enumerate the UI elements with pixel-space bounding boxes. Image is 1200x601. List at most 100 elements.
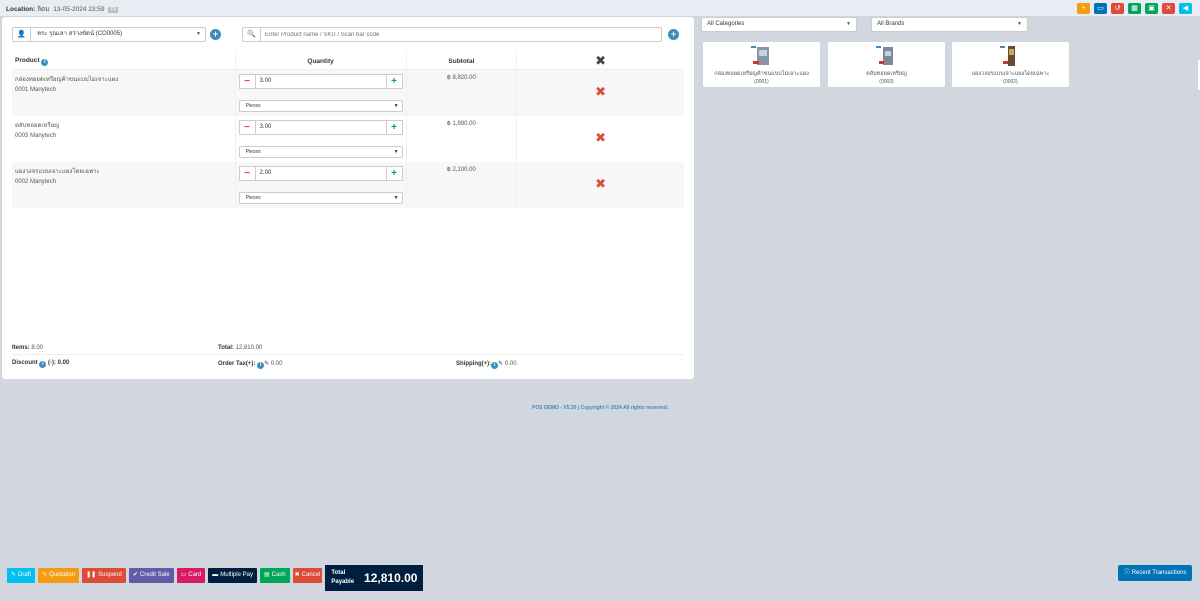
chevron-down-icon: ▼ — [393, 149, 399, 155]
info-icon[interactable]: i — [41, 58, 49, 66]
edit-icon: ✎ — [11, 572, 17, 578]
discount-value: (-): 0.00 — [48, 360, 70, 366]
product-name: แผงวงจรแบบเจาะแผงโดยเฉพาะ — [15, 169, 100, 175]
undo-icon[interactable]: ↺ — [1111, 3, 1124, 14]
product-card-sku: (0003) — [879, 79, 894, 85]
keyboard-shortcut-badge: F9 — [108, 7, 119, 13]
cancel-button[interactable]: ✖ Cancel — [292, 568, 323, 583]
credit-card-icon: ▬ — [212, 572, 219, 578]
row-subtotal: ฿ 2,100.00 — [405, 162, 517, 208]
chevron-down-icon: ▼ — [393, 195, 399, 201]
cart-panel: 👤 หระ รุณเลา สว่างขัดน์ (CO0005) ▼ + 🔍 +… — [2, 17, 694, 379]
info-icon[interactable]: i — [491, 362, 499, 369]
table-row: ตลับทอยดเหรียญ 0003 Manytech − 3.00 + Pie… — [12, 116, 684, 162]
copyright: POS DEMO - V5.30 | Copyright © 2024 All … — [532, 405, 669, 411]
chevron-down-icon: ▼ — [846, 21, 851, 27]
remove-row-icon[interactable]: ✖ — [595, 84, 606, 100]
product-card-name: แผงวงจรแบบเจาะแผงโดยเฉพาะ — [971, 71, 1050, 77]
quantity-stepper: − 3.00 + — [238, 120, 403, 135]
remove-row-icon[interactable]: ✖ — [595, 176, 606, 192]
items-value: 8.00 — [31, 345, 44, 351]
card-button[interactable]: ▭ Card — [176, 568, 206, 583]
row-subtotal: ฿ 1,890.00 — [405, 116, 517, 162]
discount-label: Discount — [12, 360, 38, 366]
shipping-value: 0.00 — [504, 361, 517, 367]
search-icon: 🔍 — [243, 28, 261, 41]
info-icon[interactable]: i — [257, 362, 265, 369]
product-card[interactable]: แผงวงจรแบบเจาะแผงโดยเฉพาะ (0002) — [952, 42, 1069, 87]
plus-icon[interactable]: + — [385, 75, 402, 88]
location-info: Location: ลิตม 13-05-2024 23:59 F9 — [6, 4, 119, 14]
location-label: Location: — [6, 6, 36, 13]
money-icon: ▤ — [263, 572, 270, 578]
product-sku: 0003 Manytech — [15, 133, 57, 139]
close-window-icon[interactable]: ✕ — [1162, 3, 1175, 14]
add-product-button[interactable]: + — [668, 29, 679, 40]
plus-icon[interactable]: + — [385, 167, 402, 180]
order-tax-value: 0.00 — [270, 361, 283, 367]
location-value[interactable]: ลิตม — [37, 6, 50, 13]
product-card[interactable]: กล่องทอยดเหรียญค้าขนแบบไม่เจาะแผง (0001) — [703, 42, 820, 87]
calendar-icon[interactable]: ▭ — [1094, 3, 1107, 14]
backward-icon[interactable]: ◀ — [1179, 3, 1192, 14]
info-icon[interactable]: i — [39, 361, 47, 368]
clear-all-header: ✖ — [516, 53, 684, 70]
cash-button[interactable]: ▤ Cash — [259, 568, 290, 583]
chevron-down-icon: ▼ — [196, 31, 201, 37]
quantity-input[interactable]: 2.00 — [256, 167, 386, 180]
product-card[interactable]: ตลับทอยดเหรียญ (0003) — [828, 42, 945, 87]
top-bar: Location: ลิตม 13-05-2024 23:59 F9 + ▭ ↺… — [0, 0, 1200, 16]
total-payable: Total Payable 12,810.00 — [325, 565, 424, 591]
unit-select[interactable]: Pieces ▼ — [238, 100, 403, 112]
brand-filter[interactable]: All Brands ▼ — [871, 17, 1028, 32]
chevron-down-icon: ▼ — [393, 103, 399, 109]
product-card-name: ตลับทอยดเหรียญ — [866, 71, 907, 77]
total-payable-label-1: Total — [331, 570, 346, 576]
product-image — [750, 45, 773, 67]
minus-icon[interactable]: − — [240, 75, 256, 88]
quantity-input[interactable]: 3.00 — [256, 75, 386, 88]
category-filter[interactable]: All Categories ▼ — [701, 17, 857, 32]
edit-icon[interactable]: ✎ — [498, 360, 503, 367]
draft-button[interactable]: ✎ Draft — [7, 568, 36, 583]
suspend-button[interactable]: ❚❚ Suspend — [82, 568, 126, 583]
quantity-input[interactable]: 3.00 — [256, 121, 386, 134]
quantity-header: Quantity — [234, 53, 407, 70]
unit-select[interactable]: Pieces ▼ — [238, 146, 403, 158]
quotation-button[interactable]: ✎ Quotation — [38, 568, 80, 583]
product-sku: 0002 Manytech — [15, 179, 57, 185]
remove-row-icon[interactable]: ✖ — [595, 130, 606, 146]
multiple-pay-button[interactable]: ▬ Multiple Pay — [208, 568, 257, 583]
total-label: Total: — [218, 345, 234, 351]
calculator-icon[interactable]: ▦ — [1128, 3, 1141, 14]
top-toolbar: + ▭ ↺ ▦ ▣ ✕ ◀ — [1077, 3, 1192, 14]
action-bar: ✎ Draft ✎ Quotation ❚❚ Suspend ✔ Credit Sale… — [7, 565, 424, 591]
recent-transactions-button[interactable]: ⓘ Recent Transactions — [1118, 565, 1193, 581]
plus-circle-icon[interactable]: + — [1077, 3, 1090, 14]
minus-icon[interactable]: − — [240, 121, 256, 134]
product-image — [999, 45, 1022, 67]
table-row: แผงวงจรแบบเจาะแผงโดยเฉพาะ 0002 Manytech −… — [12, 162, 684, 208]
product-sku: 0001 Manytech — [15, 87, 57, 93]
credit-sale-button[interactable]: ✔ Credit Sale — [128, 568, 174, 583]
product-card-sku: (0001) — [754, 79, 769, 85]
briefcase-icon[interactable]: ▣ — [1145, 3, 1158, 14]
minus-icon[interactable]: − — [240, 167, 256, 180]
product-header: Product i — [12, 53, 236, 70]
quantity-stepper: − 3.00 + — [238, 74, 403, 89]
product-name: กล่องทอยดเหรียญค้าขนแบบไม่เจาะแผง — [15, 77, 119, 83]
customer-select[interactable]: 👤 หระ รุณเลา สว่างขัดน์ (CO0005) ▼ — [12, 27, 206, 42]
shipping-label: Shipping(+): — [456, 361, 492, 367]
info-icon: ⓘ — [1124, 570, 1131, 576]
unit-select[interactable]: Pieces ▼ — [238, 192, 403, 204]
product-image — [875, 45, 898, 67]
product-name: ตลับทอยดเหรียญ — [15, 123, 60, 129]
add-customer-button[interactable]: + — [210, 29, 221, 40]
search-input[interactable] — [265, 29, 655, 40]
plus-icon[interactable]: + — [385, 121, 402, 134]
edit-icon[interactable]: ✎ — [264, 360, 269, 367]
product-card-sku: (0002) — [1003, 79, 1018, 85]
clear-all-icon[interactable]: ✖ — [595, 53, 606, 68]
total-value: 12,810.00 — [235, 345, 263, 351]
chevron-down-icon: ▼ — [1017, 21, 1022, 27]
